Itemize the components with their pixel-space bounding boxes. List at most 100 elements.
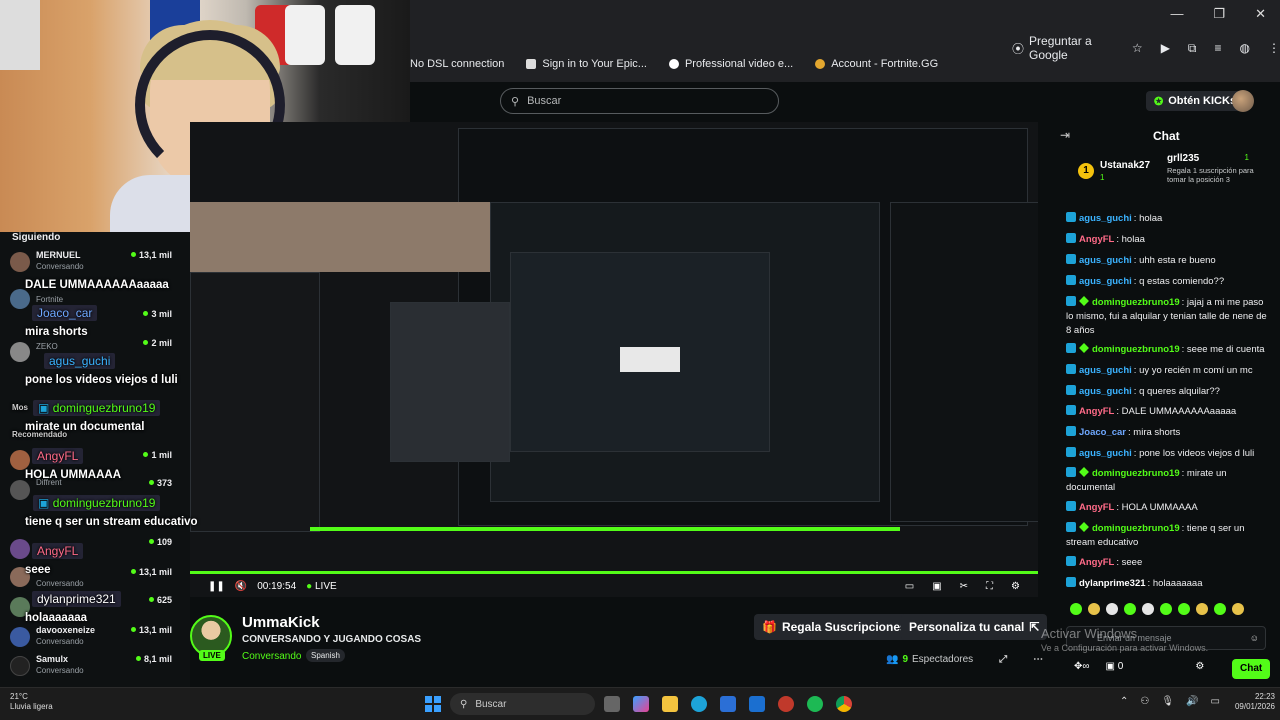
send-chat-button[interactable]: Chat bbox=[1232, 659, 1271, 679]
sub-badge-icon bbox=[1066, 426, 1076, 436]
emote-icon[interactable] bbox=[1070, 603, 1082, 615]
nested-chat bbox=[890, 202, 1038, 522]
emote-icon[interactable] bbox=[1106, 603, 1118, 615]
sub-badge-icon bbox=[1066, 385, 1076, 395]
menu-icon[interactable]: ⋮ bbox=[1268, 41, 1280, 55]
search-input[interactable]: ⚲ Buscar bbox=[500, 88, 779, 114]
emote-icon[interactable] bbox=[1124, 603, 1136, 615]
video-player[interactable] bbox=[190, 122, 1038, 597]
chat-text: holaa bbox=[1139, 213, 1163, 224]
emoji-icon[interactable]: ☺ bbox=[1250, 627, 1259, 649]
maximize-icon[interactable]: ❐ bbox=[1213, 6, 1225, 22]
volume-icon[interactable]: 🔊 bbox=[1186, 696, 1198, 707]
chat-username[interactable]: AngyFL bbox=[1079, 557, 1114, 568]
emote-icon[interactable] bbox=[1088, 603, 1100, 615]
points-icon[interactable]: ▣ 0 bbox=[1106, 661, 1124, 672]
profile-icon[interactable]: ◍ bbox=[1240, 41, 1250, 55]
microphone-icon[interactable]: 🎙 bbox=[1161, 696, 1174, 707]
file-explorer-icon[interactable] bbox=[662, 696, 678, 712]
bookmark-star-icon[interactable]: ☆ bbox=[1132, 41, 1143, 55]
stream-progress-bar[interactable] bbox=[190, 571, 1038, 574]
mute-icon[interactable]: 🔇 bbox=[235, 581, 247, 592]
activate-windows-hint: Ve a Configuración para activar Windows. bbox=[1041, 643, 1209, 653]
chat-username[interactable]: dominguezbruno19 bbox=[1092, 523, 1180, 534]
chat-username[interactable]: agus_guchi bbox=[1079, 365, 1132, 376]
fullscreen-icon[interactable]: ⛶ bbox=[986, 581, 993, 592]
copilot-icon[interactable] bbox=[633, 696, 649, 712]
emote-icon[interactable] bbox=[1178, 603, 1190, 615]
chat-username[interactable]: dominguezbruno19 bbox=[1092, 344, 1180, 355]
play-icon[interactable]: ▶ bbox=[1161, 41, 1170, 55]
weather-widget[interactable]: 21°C Lluvia ligera bbox=[10, 692, 53, 712]
live-indicator[interactable]: ● LIVE bbox=[306, 581, 337, 592]
bookmark-item[interactable]: No DSL connection bbox=[410, 58, 504, 70]
settings-icon[interactable]: ⚙ bbox=[1011, 581, 1020, 592]
theater-mode-icon[interactable]: ▭ bbox=[905, 581, 914, 592]
sidebar-item[interactable]: Samulx Conversando 8,1 mil bbox=[10, 654, 180, 682]
avatar bbox=[10, 656, 30, 676]
stream-category[interactable]: Conversando bbox=[242, 651, 301, 662]
get-kicks-button[interactable]: ✪ Obtén KICKs bbox=[1146, 91, 1245, 111]
chat-message: dominguezbruno19: seee me di cuenta bbox=[1066, 343, 1268, 357]
bookmark-item[interactable]: Account - Fortnite.GG bbox=[815, 58, 938, 70]
edge-icon[interactable] bbox=[691, 696, 707, 712]
chat-username[interactable]: agus_guchi bbox=[1079, 255, 1132, 266]
spotify-icon[interactable] bbox=[807, 696, 823, 712]
chevron-up-icon[interactable]: ⌃ bbox=[1120, 696, 1128, 707]
chat-username[interactable]: Joaco_car bbox=[1079, 427, 1126, 438]
battery-icon[interactable]: ▭ bbox=[1211, 696, 1220, 707]
media-icon[interactable]: ≡ bbox=[1215, 41, 1222, 55]
bookmarks-bar: No DSL connection Sign in to Your Epic..… bbox=[410, 58, 938, 70]
close-icon[interactable]: ✕ bbox=[1255, 6, 1266, 22]
taskbar-clock[interactable]: 22:23 09/01/2026 bbox=[1229, 692, 1275, 712]
more-options-icon[interactable]: ⋯ bbox=[1033, 654, 1043, 665]
bookmark-item[interactable]: Professional video e... bbox=[668, 58, 793, 70]
viewer-count: 373 bbox=[149, 478, 172, 488]
chat-settings-icon[interactable]: ⚙ bbox=[1195, 661, 1204, 672]
chat-username[interactable]: AngyFL bbox=[1079, 502, 1114, 513]
chat-username[interactable]: AngyFL bbox=[1079, 234, 1114, 245]
gift-subscriptions-button[interactable]: 🎁 Regala Suscripciones bbox=[754, 614, 915, 640]
language-tag[interactable]: Spanish bbox=[306, 649, 345, 662]
store-icon[interactable] bbox=[720, 696, 736, 712]
chrome-icon[interactable] bbox=[836, 696, 852, 712]
streamer-name[interactable]: UmmaKick bbox=[242, 614, 320, 631]
pause-icon[interactable]: ❚❚ bbox=[208, 581, 225, 592]
chat-username[interactable]: dylanprime321 bbox=[1079, 578, 1146, 589]
emote-icon[interactable] bbox=[1232, 603, 1244, 615]
leaderboard-entry[interactable]: grll235 1 Regala 1 suscripción para toma… bbox=[1155, 153, 1255, 184]
emote-icon[interactable] bbox=[1214, 603, 1226, 615]
app-icon[interactable] bbox=[778, 696, 794, 712]
ask-google-button[interactable]: ⦿ Preguntar a Google bbox=[1012, 34, 1114, 62]
chat-username[interactable]: agus_guchi bbox=[1079, 448, 1132, 459]
sidebar-item[interactable]: davooxeneize Conversando 13,1 mil bbox=[10, 625, 180, 653]
chat-message: AngyFL: holaa bbox=[1066, 233, 1268, 247]
cursor-icon[interactable]: ✥∞ bbox=[1074, 661, 1090, 672]
start-button[interactable] bbox=[425, 696, 441, 712]
bookmark-item[interactable]: Sign in to Your Epic... bbox=[526, 58, 647, 70]
emote-icon[interactable] bbox=[1196, 603, 1208, 615]
leaderboard-entry[interactable]: 1 Ustanak27 1 bbox=[1078, 160, 1150, 182]
chat-username[interactable]: agus_guchi bbox=[1079, 213, 1132, 224]
network-icon[interactable]: ⚇ bbox=[1140, 696, 1149, 707]
miniplayer-icon[interactable]: ▣ bbox=[932, 581, 941, 592]
collapse-chat-icon[interactable]: ⇥ bbox=[1060, 128, 1070, 142]
extensions-icon[interactable]: ⧉ bbox=[1188, 41, 1197, 56]
sidebar-item[interactable]: MERNUEL Conversando 13,1 mil bbox=[10, 250, 180, 278]
task-view-icon[interactable] bbox=[604, 696, 620, 712]
chat-username[interactable]: dominguezbruno19 bbox=[1092, 297, 1180, 308]
share-icon[interactable]: ⤢ bbox=[999, 654, 1007, 665]
minimize-icon[interactable]: — bbox=[1170, 6, 1183, 22]
viewer-count: 13,1 mil bbox=[131, 625, 172, 635]
chat-username[interactable]: dominguezbruno19 bbox=[1092, 468, 1180, 479]
outlook-icon[interactable] bbox=[749, 696, 765, 712]
user-avatar[interactable] bbox=[1232, 90, 1254, 112]
emote-icon[interactable] bbox=[1160, 603, 1172, 615]
clip-icon[interactable]: ✂ bbox=[960, 581, 968, 592]
chat-username[interactable]: agus_guchi bbox=[1079, 276, 1132, 287]
emote-icon[interactable] bbox=[1142, 603, 1154, 615]
chat-username[interactable]: AngyFL bbox=[1079, 406, 1114, 417]
taskbar-search[interactable]: ⚲ Buscar bbox=[450, 693, 595, 715]
chat-username[interactable]: agus_guchi bbox=[1079, 386, 1132, 397]
customize-channel-button[interactable]: Personaliza tu canal ⇱ bbox=[901, 614, 1048, 640]
